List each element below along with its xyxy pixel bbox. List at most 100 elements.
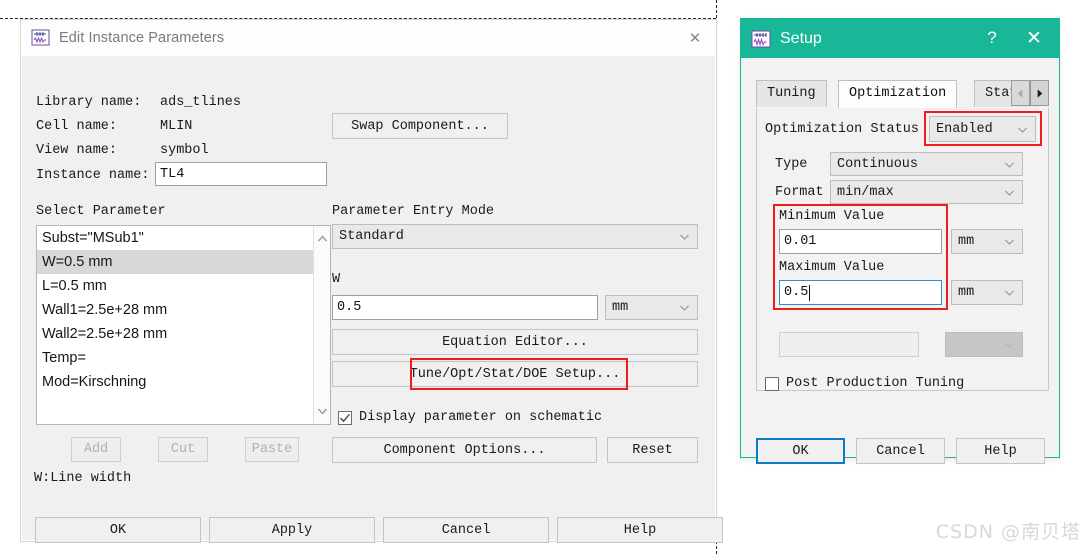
library-name-value: ads_tlines (160, 95, 242, 110)
chevron-down-icon (678, 301, 691, 314)
instance-name-input[interactable]: TL4 (155, 162, 327, 186)
maximum-value-input[interactable]: 0.5 (779, 280, 942, 305)
setup-ok-button[interactable]: OK (756, 438, 845, 464)
close-icon[interactable]: ✕ (1023, 27, 1045, 49)
param-name-label: W (332, 272, 341, 287)
tab-tuning[interactable]: Tuning (756, 80, 827, 107)
watermark: CSDN @南贝塔 (935, 521, 1081, 543)
cell-name-value: MLIN (160, 119, 193, 134)
chevron-down-icon (1003, 186, 1016, 199)
chevron-down-icon (1003, 286, 1016, 299)
format-value: min/max (837, 184, 894, 200)
chevron-down-icon (1003, 158, 1016, 171)
parameter-entry-mode-value: Standard (339, 229, 404, 244)
format-select[interactable]: min/max (830, 180, 1023, 204)
checkbox-box (765, 376, 779, 391)
add-button[interactable]: Add (71, 437, 121, 462)
edit-dialog-titlebar: Edit Instance Parameters ✕ (21, 20, 716, 55)
instance-name-label: Instance name: (36, 168, 150, 183)
chevron-down-icon[interactable] (316, 401, 329, 421)
maximum-value-label: Maximum Value (779, 260, 885, 275)
parameter-listbox[interactable]: Subst="MSub1" W=0.5 mm L=0.5 mm Wall1=2.… (36, 225, 331, 425)
setup-dialog-body: Tuning Optimization Stati Optimization S… (741, 58, 1059, 464)
minimum-value-label: Minimum Value (779, 209, 885, 224)
maximum-value-text: 0.5 (784, 285, 809, 300)
chevron-down-icon (1003, 338, 1016, 351)
component-options-button[interactable]: Component Options... (332, 437, 597, 463)
cancel-button[interactable]: Cancel (383, 517, 549, 543)
optimization-status-select[interactable]: Enabled (929, 116, 1036, 142)
ok-button[interactable]: OK (35, 517, 201, 543)
chevron-down-icon (1003, 235, 1016, 248)
param-unit-select[interactable]: mm (605, 295, 698, 320)
display-parameter-checkbox[interactable]: Display parameter on schematic (338, 410, 602, 425)
checkbox-box (338, 410, 352, 425)
post-production-tuning-checkbox[interactable]: Post Production Tuning (765, 376, 964, 391)
display-parameter-label: Display parameter on schematic (359, 410, 603, 425)
paste-button[interactable]: Paste (245, 437, 299, 462)
view-name-value: symbol (160, 143, 209, 158)
param-value-input[interactable]: 0.5 (332, 295, 598, 320)
post-production-tuning-label: Post Production Tuning (786, 376, 965, 391)
screenshot-root: Edit Instance Parameters ✕ Library name:… (0, 0, 1089, 554)
component-icon (31, 28, 50, 47)
help-button[interactable]: Help (557, 517, 723, 543)
text-caret (809, 284, 811, 301)
list-item[interactable]: Subst="MSub1" (37, 226, 313, 250)
tab-optimization[interactable]: Optimization (838, 80, 958, 108)
library-name-label: Library name: (36, 95, 142, 110)
swap-component-button[interactable]: Swap Component... (332, 113, 508, 139)
setup-titlebar: Setup ? ✕ (741, 19, 1059, 58)
parameter-list-scrollbar[interactable] (313, 226, 330, 424)
list-item[interactable]: Temp= (37, 346, 313, 370)
reset-button[interactable]: Reset (607, 437, 698, 463)
param-unit-value: mm (612, 300, 629, 315)
parameter-entry-mode-label: Parameter Entry Mode (332, 204, 495, 219)
minimum-unit-select[interactable]: mm (951, 229, 1023, 254)
optimization-status-label: Optimization Status (765, 122, 919, 137)
list-item[interactable]: Wall2=2.5e+28 mm (37, 322, 313, 346)
list-item[interactable]: Mod=Kirschning (37, 370, 313, 394)
cut-button[interactable]: Cut (158, 437, 208, 462)
setup-dialog-title: Setup (780, 29, 822, 47)
optimization-status-value: Enabled (936, 121, 993, 137)
edit-dialog-title: Edit Instance Parameters (59, 29, 225, 46)
type-value: Continuous (837, 156, 919, 172)
edit-dialog-body: Library name: ads_tlines Cell name: MLIN… (22, 56, 723, 543)
minimum-unit-value: mm (958, 234, 975, 249)
type-select[interactable]: Continuous (830, 152, 1023, 176)
minimum-value-input[interactable]: 0.01 (779, 229, 942, 254)
optimization-panel: Optimization Status Enabled Type Continu… (756, 108, 1049, 391)
tab-scroll-controls (1011, 80, 1049, 106)
apply-button[interactable]: Apply (209, 517, 375, 543)
chevron-down-icon (1016, 123, 1029, 136)
parameter-list: Subst="MSub1" W=0.5 mm L=0.5 mm Wall1=2.… (37, 226, 313, 394)
view-name-label: View name: (36, 143, 118, 158)
setup-dialog: Setup ? ✕ Tuning Optimization Stati Opti… (740, 18, 1060, 464)
maximum-unit-select[interactable]: mm (951, 280, 1023, 305)
chevron-down-icon (678, 230, 691, 243)
setup-tabstrip: Tuning Optimization Stati (756, 80, 1049, 108)
tab-scroll-right-button[interactable] (1030, 80, 1049, 106)
list-item[interactable]: W=0.5 mm (37, 250, 313, 274)
extra-unit-select (945, 332, 1023, 357)
tab-scroll-left-button[interactable] (1011, 80, 1030, 106)
parameter-entry-mode-select[interactable]: Standard (332, 224, 698, 249)
close-icon[interactable]: ✕ (686, 29, 704, 47)
edit-instance-parameters-dialog: Edit Instance Parameters ✕ Library name:… (20, 19, 723, 543)
setup-help-button[interactable]: Help (956, 438, 1045, 464)
select-parameter-label: Select Parameter (36, 204, 166, 219)
cell-name-label: Cell name: (36, 119, 118, 134)
component-icon (751, 29, 771, 49)
extra-value-input (779, 332, 919, 357)
parameter-hint: W:Line width (34, 471, 132, 486)
help-icon[interactable]: ? (981, 27, 1003, 49)
list-item[interactable]: Wall1=2.5e+28 mm (37, 298, 313, 322)
chevron-up-icon[interactable] (316, 229, 329, 249)
tune-opt-stat-doe-setup-button[interactable]: Tune/Opt/Stat/DOE Setup... (332, 361, 698, 387)
equation-editor-button[interactable]: Equation Editor... (332, 329, 698, 355)
maximum-unit-value: mm (958, 285, 975, 300)
list-item[interactable]: L=0.5 mm (37, 274, 313, 298)
type-label: Type (775, 157, 808, 172)
setup-cancel-button[interactable]: Cancel (856, 438, 945, 464)
